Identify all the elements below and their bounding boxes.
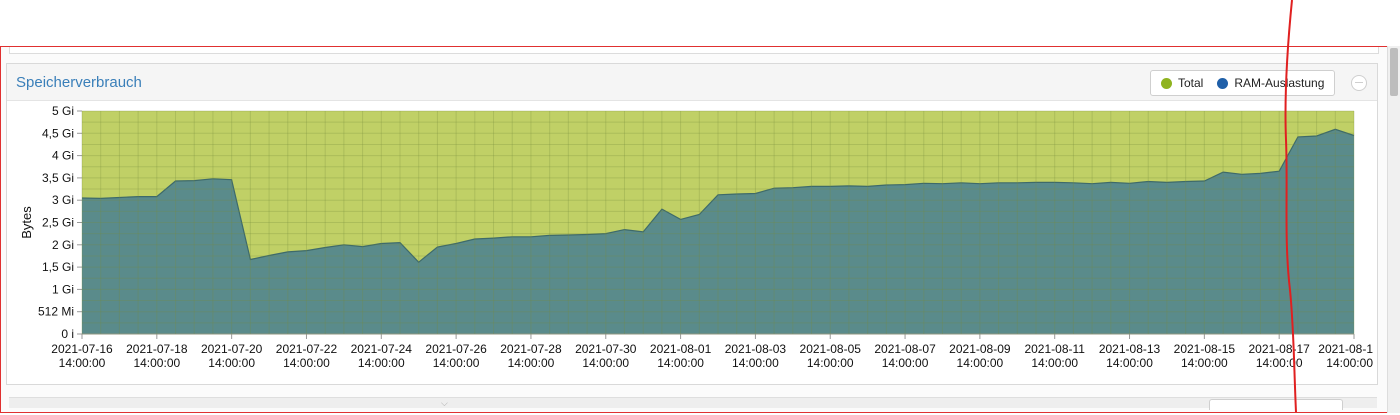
- x-tick-label-date: 2021-08-15: [1174, 342, 1236, 356]
- y-tick-label: 3,5 Gi: [42, 171, 74, 185]
- chart-grid: [81, 110, 1355, 335]
- x-tick-label-time: 14:00:00: [732, 356, 779, 370]
- x-tick-label-date: 2021-07-26: [425, 342, 487, 356]
- y-tick-label: 0 i: [61, 327, 74, 341]
- x-tick-label-date: 2021-07-20: [201, 342, 263, 356]
- x-tick-label-time: 14:00:00: [1106, 356, 1153, 370]
- y-tick-label: 3 Gi: [52, 193, 74, 207]
- y-tick-label: 5 Gi: [52, 104, 74, 118]
- x-tick-label-date: 2021-07-28: [500, 342, 562, 356]
- x-tick-label-time: 14:00:00: [1181, 356, 1228, 370]
- y-tick-label: 512 Mi: [38, 305, 74, 319]
- scrollbar-thumb[interactable]: [1390, 48, 1398, 96]
- x-tick-label-date: 2021-07-22: [276, 342, 338, 356]
- x-tick-label-date: 2021-07-30: [575, 342, 637, 356]
- x-tick-label-time: 14:00:00: [433, 356, 480, 370]
- y-tick-label: 2 Gi: [52, 238, 74, 252]
- x-tick-label-time: 14:00:00: [358, 356, 405, 370]
- x-tick-label-date: 2021-08-17: [1248, 342, 1310, 356]
- y-axis-label: Bytes: [19, 206, 34, 239]
- dashboard-viewport: Speicherverbrauch Total RAM-Auslastung 0…: [0, 46, 1398, 413]
- memory-usage-panel: Speicherverbrauch Total RAM-Auslastung 0…: [6, 63, 1378, 385]
- x-tick-label-date: 2021-07-18: [126, 342, 188, 356]
- x-tick-label-time: 14:00:00: [283, 356, 330, 370]
- vertical-scrollbar[interactable]: [1387, 46, 1400, 413]
- x-tick-label-date: 2021-07-24: [351, 342, 413, 356]
- next-panel-legend-edge: [1209, 399, 1343, 410]
- y-tick-label: 4 Gi: [52, 149, 74, 163]
- y-tick-label: 1 Gi: [52, 282, 74, 296]
- y-tick-label: 2,5 Gi: [42, 216, 74, 230]
- memory-area-chart: 0 i 512 Mi 1 Gi 1,5 Gi 2 Gi 2,5 Gi 3 Gi 3,5 Gi 4…: [19, 104, 1373, 370]
- x-tick-label-time: 14:00:00: [807, 356, 854, 370]
- x-tick-label-date: 2021-08-13: [1099, 342, 1161, 356]
- x-tick-label-time: 14:00:00: [882, 356, 929, 370]
- x-tick-label-date: 2021-08-07: [874, 342, 936, 356]
- y-tick-label: 4,5 Gi: [42, 126, 74, 140]
- x-tick-label-time: 14:00:00: [1256, 356, 1303, 370]
- x-tick-label-date: 2021-08-1: [1318, 342, 1373, 356]
- x-tick-label-date: 2021-08-05: [800, 342, 862, 356]
- x-tick-label-time: 14:00:00: [508, 356, 555, 370]
- next-panel-edge: [9, 397, 1377, 408]
- x-tick-label-date: 2021-08-11: [1024, 342, 1085, 356]
- x-tick-label-time: 14:00:00: [1031, 356, 1078, 370]
- x-tick-label-time: 14:00:00: [657, 356, 704, 370]
- x-tick-label-date: 2021-08-09: [949, 342, 1011, 356]
- x-tick-label-time: 14:00:00: [133, 356, 180, 370]
- chevron-down-icon: ⌵: [441, 398, 448, 408]
- x-tick-label-time: 14:00:00: [59, 356, 106, 370]
- x-tick-label-time: 14:00:00: [1326, 356, 1373, 370]
- x-tick-label-time: 14:00:00: [957, 356, 1004, 370]
- y-tick-label: 1,5 Gi: [42, 260, 74, 274]
- x-tick-label-time: 14:00:00: [208, 356, 255, 370]
- previous-panel-edge: [9, 47, 1379, 54]
- x-tick-label-date: 2021-07-16: [51, 342, 113, 356]
- x-tick-label-time: 14:00:00: [582, 356, 629, 370]
- x-tick-label-date: 2021-08-01: [650, 342, 712, 356]
- x-tick-label-date: 2021-08-03: [725, 342, 787, 356]
